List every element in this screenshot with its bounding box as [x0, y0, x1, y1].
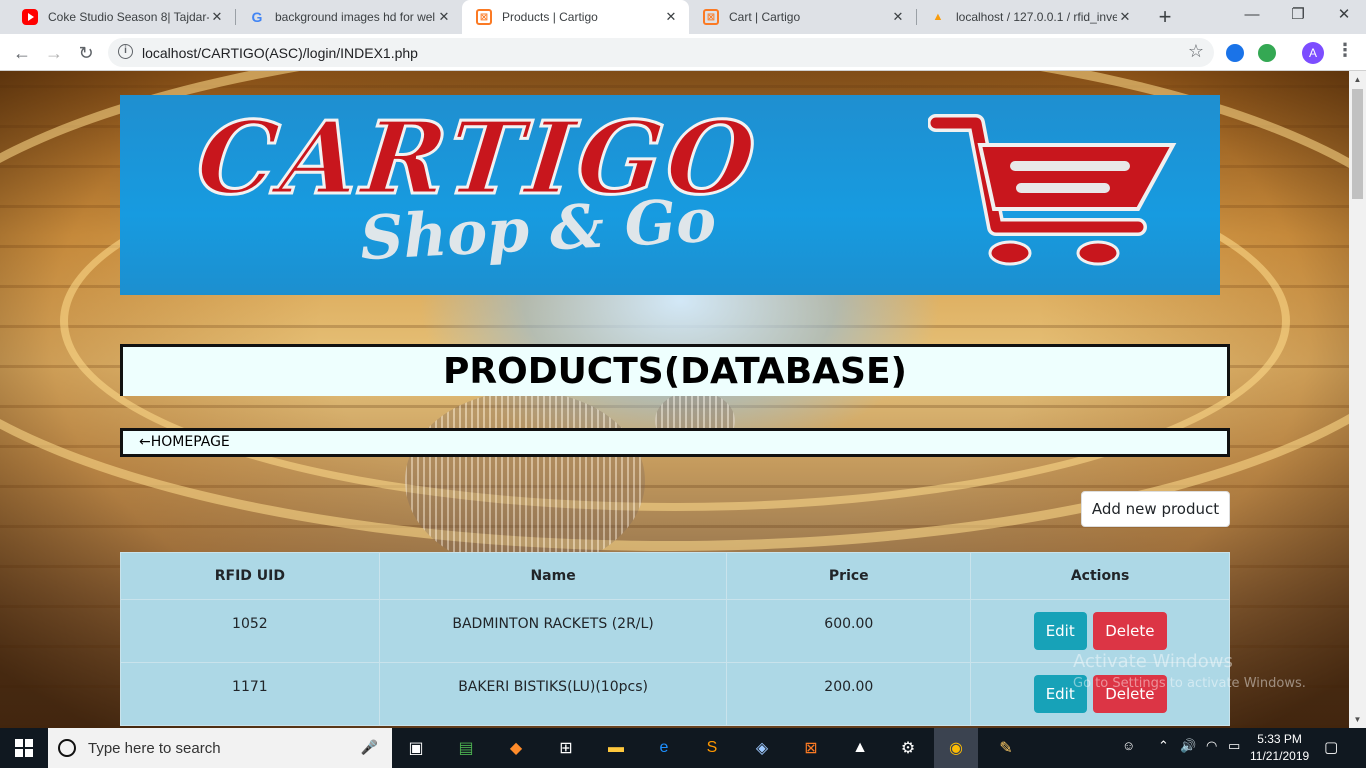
page-title: PRODUCTS(DATABASE) — [442, 351, 908, 392]
browser-toolbar: ← → ↻ i localhost/CARTIGO(ASC)/login/IND… — [0, 34, 1366, 71]
close-icon[interactable]: ✕ — [890, 9, 906, 25]
tab-cart-cartigo[interactable]: ⊠ Cart | Cartigo ✕ — [689, 0, 917, 34]
reload-button[interactable]: ↻ — [72, 39, 100, 67]
xampp-control-icon[interactable]: ⊠ — [797, 734, 825, 762]
xampp-icon: ⊠ — [476, 9, 492, 25]
start-button[interactable] — [0, 728, 48, 768]
background-decoration — [405, 391, 645, 571]
close-icon[interactable]: ✕ — [663, 9, 679, 25]
settings-gear-icon[interactable]: ⚙ — [894, 734, 922, 762]
show-hidden-icons-chevron-icon[interactable]: ⌃ — [1158, 738, 1169, 754]
sublime-text-icon[interactable]: S — [698, 734, 726, 762]
back-button[interactable]: ← — [8, 39, 36, 67]
address-bar[interactable]: i localhost/CARTIGO(ASC)/login/INDEX1.ph… — [108, 38, 1214, 67]
google-icon: G — [251, 9, 263, 25]
column-header-actions: Actions — [970, 552, 1230, 600]
cell-price: 600.00 — [726, 599, 972, 663]
edge-browser-icon[interactable]: e — [650, 734, 678, 762]
cell-product-name: BAKERI BISTIKS(LU)(10pcs) — [378, 662, 728, 726]
wifi-icon[interactable]: ◠ — [1206, 738, 1217, 754]
info-icon[interactable]: i — [118, 44, 133, 59]
menu-icon[interactable]: ⋮ — [1336, 40, 1354, 61]
browser-tab-strip: Coke Studio Season 8| Tajdar-e ✕ G backg… — [0, 0, 1366, 34]
cell-rfid-uid: 1171 — [120, 662, 380, 726]
shopping-cart-icon — [928, 114, 1177, 266]
close-icon[interactable]: ✕ — [436, 9, 452, 25]
products-table: RFID UID Name Price Actions 1052 BADMINT… — [120, 552, 1230, 726]
page-scrollbar[interactable]: ▲ ▼ — [1349, 71, 1366, 728]
table-row: 1052 BADMINTON RACKETS (2R/L) 600.00 Edi… — [120, 599, 1230, 663]
window-close-button[interactable]: ✕ — [1321, 0, 1366, 30]
delete-button[interactable]: Delete — [1093, 612, 1167, 650]
tab-products-cartigo[interactable]: ⊠ Products | Cartigo ✕ — [462, 0, 689, 34]
page-viewport: CARTIGO Shop & Go PRODUCTS(DATABASE) ←HO… — [0, 71, 1349, 728]
homepage-link[interactable]: ←HOMEPAGE — [120, 428, 1230, 457]
tab-title: background images hd for wel — [275, 10, 436, 24]
battery-icon[interactable]: ▭ — [1228, 738, 1240, 754]
cartigo-banner-logo: CARTIGO Shop & Go — [120, 95, 1220, 295]
file-explorer-icon[interactable]: ▬ — [602, 734, 630, 762]
cell-rfid-uid: 1052 — [120, 599, 380, 663]
youtube-icon — [22, 9, 38, 25]
tab-title: Coke Studio Season 8| Tajdar-e — [48, 10, 209, 24]
column-header-name: Name — [378, 552, 728, 600]
clock-date: 11/21/2019 — [1250, 749, 1310, 763]
search-placeholder: Type here to search — [88, 739, 221, 757]
cortana-icon — [58, 739, 76, 757]
taskbar-search-box[interactable]: Type here to search 🎤 — [48, 728, 392, 768]
microphone-icon[interactable]: 🎤 — [361, 739, 378, 756]
clock-time: 5:33 PM — [1257, 732, 1302, 746]
column-header-rfid: RFID UID — [120, 552, 380, 600]
minimize-button[interactable]: — — [1229, 0, 1275, 30]
editor-icon[interactable]: ◈ — [748, 734, 776, 762]
notifications-icon[interactable]: ▢ — [1324, 738, 1338, 756]
volume-icon[interactable]: 🔊 — [1180, 738, 1196, 754]
task-view-icon[interactable]: ▣ — [402, 734, 430, 762]
profile-avatar[interactable]: A — [1302, 42, 1324, 64]
tab-phpmyadmin[interactable]: ▲ localhost / 127.0.0.1 / rfid_inve ✕ — [916, 0, 1143, 34]
cell-price: 200.00 — [726, 662, 972, 726]
scroll-down-arrow-icon[interactable]: ▼ — [1349, 711, 1366, 728]
tab-title: localhost / 127.0.0.1 / rfid_inve — [956, 10, 1117, 24]
edit-button[interactable]: Edit — [1033, 612, 1087, 650]
close-icon[interactable]: ✕ — [209, 9, 225, 25]
extension-icon[interactable] — [1226, 44, 1244, 62]
store-icon[interactable]: ⊞ — [552, 734, 580, 762]
table-header-row: RFID UID Name Price Actions — [120, 552, 1230, 600]
activate-windows-watermark: Activate Windows Go to Settings to activ… — [1073, 651, 1306, 691]
table-row: 1171 BAKERI BISTIKS(LU)(10pcs) 200.00 Ed… — [120, 662, 1230, 726]
tab-coke-studio[interactable]: Coke Studio Season 8| Tajdar-e ✕ — [8, 0, 236, 34]
new-tab-button[interactable]: + — [1152, 5, 1178, 31]
tab-title: Cart | Cartigo — [729, 10, 801, 24]
maximize-button[interactable]: ❐ — [1275, 0, 1321, 30]
phpmyadmin-icon: ▲ — [932, 11, 944, 23]
add-new-product-button[interactable]: Add new product — [1081, 491, 1230, 527]
xampp-icon: ⊠ — [703, 9, 719, 25]
watermark-subtitle: Go to Settings to activate Windows. — [1073, 676, 1306, 691]
url-text[interactable]: localhost/CARTIGO(ASC)/login/INDEX1.php — [142, 45, 418, 61]
forward-button[interactable]: → — [40, 39, 68, 67]
extension-search-icon[interactable] — [1258, 44, 1276, 62]
close-icon[interactable]: ✕ — [1117, 9, 1133, 25]
chrome-icon[interactable]: ◉ — [934, 728, 978, 768]
tab-background-images[interactable]: G background images hd for wel ✕ — [235, 0, 462, 34]
notepad-icon[interactable]: ▤ — [452, 734, 480, 762]
paint-icon[interactable]: ✎ — [992, 734, 1020, 762]
people-icon[interactable]: ☺ — [1122, 738, 1135, 753]
windows-logo-icon — [15, 739, 33, 757]
taskbar-clock[interactable]: 5:33 PM 11/21/2019 — [1250, 731, 1309, 765]
windows-taskbar: Type here to search 🎤 ▣ ▤ ◆ ⊞ ▬ e S ◈ ⊠ … — [0, 728, 1366, 768]
visual-studio-icon[interactable]: ◆ — [502, 734, 530, 762]
scrollbar-thumb[interactable] — [1352, 89, 1363, 199]
cell-product-name: BADMINTON RACKETS (2R/L) — [378, 599, 728, 663]
tab-title: Products | Cartigo — [502, 10, 598, 24]
scroll-up-arrow-icon[interactable]: ▲ — [1349, 71, 1366, 88]
column-header-price: Price — [726, 552, 972, 600]
bookmark-star-icon[interactable]: ☆ — [1188, 41, 1204, 62]
photos-icon[interactable]: ▲ — [846, 734, 874, 762]
page-title-bar: PRODUCTS(DATABASE) — [120, 344, 1230, 396]
watermark-title: Activate Windows — [1073, 651, 1233, 672]
